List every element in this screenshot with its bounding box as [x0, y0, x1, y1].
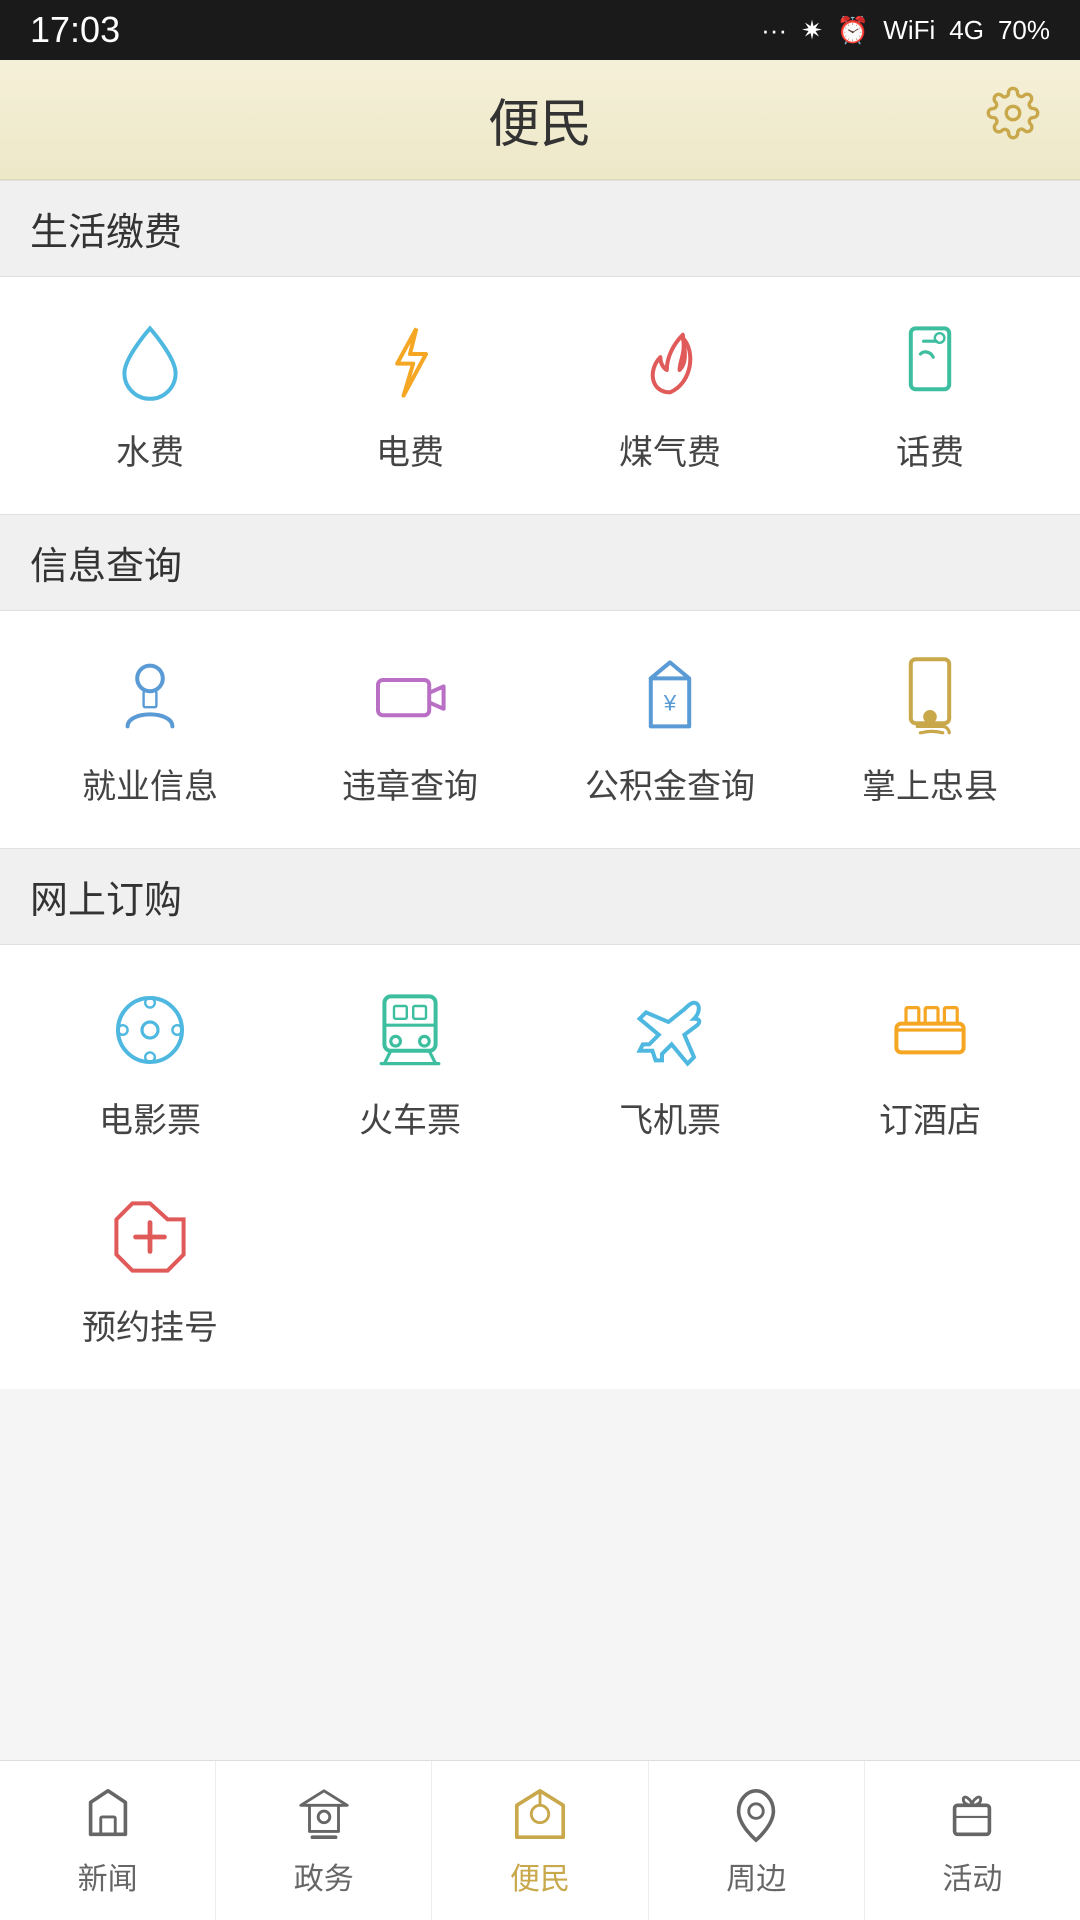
- appointment-icon: [105, 1192, 195, 1282]
- flight-icon: [625, 985, 715, 1075]
- electric-icon: [365, 317, 455, 407]
- battery-icon: 70%: [998, 15, 1050, 46]
- nav-item-nearby[interactable]: 周边: [649, 1761, 865, 1920]
- bluetooth-icon: ✷: [801, 15, 823, 46]
- water-icon: [105, 317, 195, 407]
- grid-item-movie[interactable]: 电影票: [20, 985, 280, 1142]
- online-order-grid: 电影票 火车票: [0, 945, 1080, 1389]
- life-payment-items: 水费 电费 煤气费: [20, 317, 1060, 474]
- hotel-label: 订酒店: [879, 1093, 981, 1142]
- grid-item-gas[interactable]: 煤气费: [540, 317, 800, 474]
- nav-label-government: 政务: [294, 1854, 354, 1898]
- grid-item-fund[interactable]: ¥ 公积金查询: [540, 651, 800, 808]
- bottom-navigation: 新闻 政务 便民 周边: [0, 1760, 1080, 1920]
- employment-label: 就业信息: [82, 759, 218, 808]
- electric-label: 电费: [376, 425, 444, 474]
- grid-item-electric[interactable]: 电费: [280, 317, 540, 474]
- nav-icon-activity: [942, 1784, 1002, 1844]
- status-time: 17:03: [30, 9, 120, 51]
- section-header-online-order: 网上订购: [0, 848, 1080, 945]
- palm-icon: [885, 651, 975, 741]
- signal-dots-icon: ···: [761, 15, 787, 46]
- grid-item-water[interactable]: 水费: [20, 317, 280, 474]
- nav-label-activity: 活动: [942, 1854, 1002, 1898]
- flight-label: 飞机票: [619, 1093, 721, 1142]
- settings-button[interactable]: [986, 86, 1040, 153]
- nav-label-nearby: 周边: [726, 1854, 786, 1898]
- phone-icon: [885, 317, 975, 407]
- grid-item-train[interactable]: 火车票: [280, 985, 540, 1142]
- nav-icon-news: [78, 1784, 138, 1844]
- section-header-info-query: 信息查询: [0, 514, 1080, 611]
- train-icon: [365, 985, 455, 1075]
- section-header-life-payment: 生活缴费: [0, 180, 1080, 277]
- grid-item-employment[interactable]: 就业信息: [20, 651, 280, 808]
- train-label: 火车票: [359, 1093, 461, 1142]
- employment-icon: [105, 651, 195, 741]
- nav-item-news[interactable]: 新闻: [0, 1761, 216, 1920]
- palm-label: 掌上忠县: [862, 759, 998, 808]
- status-bar: 17:03 ··· ✷ ⏰ WiFi 4G 70%: [0, 0, 1080, 60]
- info-query-grid: 就业信息 违章查询 ¥: [0, 611, 1080, 848]
- content-area: 生活缴费 水费 电费: [0, 180, 1080, 1549]
- movie-icon: [105, 985, 195, 1075]
- violation-label: 违章查询: [342, 759, 478, 808]
- hotel-icon: [885, 985, 975, 1075]
- fund-icon: ¥: [625, 651, 715, 741]
- violation-icon: [365, 651, 455, 741]
- wifi-icon: WiFi: [883, 15, 935, 46]
- grid-item-hotel[interactable]: 订酒店: [800, 985, 1060, 1142]
- nav-icon-government: [294, 1784, 354, 1844]
- grid-item-violation[interactable]: 违章查询: [280, 651, 540, 808]
- nav-item-government[interactable]: 政务: [216, 1761, 432, 1920]
- grid-item-palm[interactable]: 掌上忠县: [800, 651, 1060, 808]
- fund-label: 公积金查询: [585, 759, 755, 808]
- nav-item-activity[interactable]: 活动: [865, 1761, 1080, 1920]
- nav-icon-nearby: [726, 1784, 786, 1844]
- page-header: 便民: [0, 60, 1080, 180]
- info-query-items: 就业信息 违章查询 ¥: [20, 651, 1060, 808]
- signal-icon: 4G: [949, 15, 984, 46]
- grid-item-appointment[interactable]: 预约挂号: [20, 1192, 280, 1349]
- nav-label-news: 新闻: [78, 1854, 138, 1898]
- water-label: 水费: [116, 425, 184, 474]
- page-title: 便民: [488, 82, 592, 157]
- appointment-label: 预约挂号: [82, 1300, 218, 1349]
- svg-text:¥: ¥: [663, 690, 677, 715]
- gas-label: 煤气费: [619, 425, 721, 474]
- status-icons: ··· ✷ ⏰ WiFi 4G 70%: [761, 15, 1050, 46]
- alarm-icon: ⏰: [837, 15, 869, 46]
- phone-label: 话费: [896, 425, 964, 474]
- online-order-items: 电影票 火车票: [20, 985, 1060, 1349]
- nav-label-convenience: 便民: [510, 1854, 570, 1898]
- nav-item-convenience[interactable]: 便民: [432, 1761, 648, 1920]
- nav-icon-convenience: [510, 1784, 570, 1844]
- gas-icon: [625, 317, 715, 407]
- grid-item-phone[interactable]: 话费: [800, 317, 1060, 474]
- grid-item-flight[interactable]: 飞机票: [540, 985, 800, 1142]
- movie-label: 电影票: [99, 1093, 201, 1142]
- life-payment-grid: 水费 电费 煤气费: [0, 277, 1080, 514]
